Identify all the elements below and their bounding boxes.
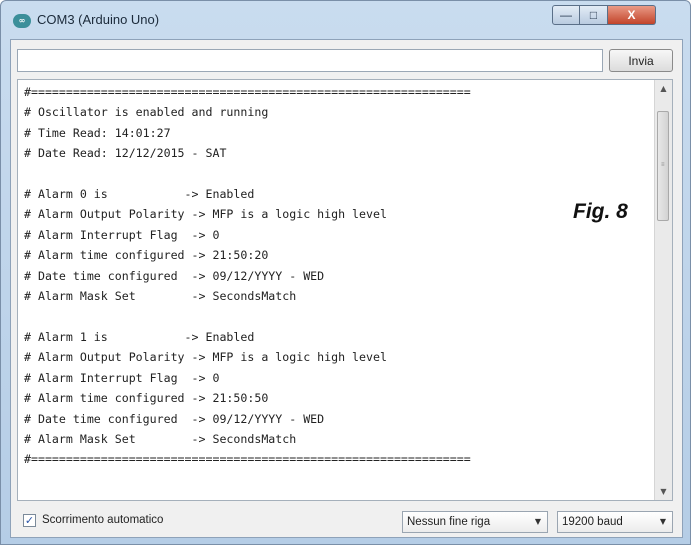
serial-output-panel[interactable]: #=======================================… xyxy=(17,79,673,501)
autoscroll-label: Scorrimento automatico xyxy=(42,514,164,526)
serial-output-text: #=======================================… xyxy=(24,85,471,467)
grip-icon: ≡ xyxy=(661,161,665,168)
vertical-scrollbar[interactable]: ▲ ≡ ▼ xyxy=(654,80,672,500)
send-button[interactable]: Invia xyxy=(609,49,673,72)
autoscroll-checkbox[interactable]: ✓ xyxy=(23,513,36,527)
scroll-down-icon[interactable]: ▼ xyxy=(655,483,672,500)
minimize-button[interactable]: — xyxy=(552,5,580,25)
chevron-down-icon: ▼ xyxy=(659,517,666,526)
client-area: Invia #=================================… xyxy=(10,39,683,538)
close-button[interactable]: X xyxy=(608,5,656,25)
window-title: COM3 (Arduino Uno) xyxy=(37,12,160,27)
baud-rate-value: 19200 baud xyxy=(562,516,623,528)
scroll-up-icon[interactable]: ▲ xyxy=(655,80,672,97)
autoscroll-option[interactable]: ✓ Scorrimento automatico xyxy=(23,512,163,528)
line-ending-select[interactable]: Nessun fine riga ▼ xyxy=(402,511,548,533)
figure-label: Fig. 8 xyxy=(573,200,628,223)
scroll-thumb[interactable]: ≡ xyxy=(657,110,669,221)
bottom-toolbar: ✓ Scorrimento automatico Nessun fine rig… xyxy=(17,506,673,534)
serial-monitor-window: ∞ COM3 (Arduino Uno) — □ X Invia #======… xyxy=(0,0,691,545)
baud-rate-select[interactable]: 19200 baud ▼ xyxy=(557,511,673,533)
arduino-icon: ∞ xyxy=(13,14,31,28)
title-bar[interactable]: ∞ COM3 (Arduino Uno) — □ X xyxy=(1,1,690,39)
line-ending-value: Nessun fine riga xyxy=(407,516,491,528)
maximize-button[interactable]: □ xyxy=(580,5,608,25)
serial-send-input[interactable] xyxy=(17,49,603,72)
chevron-down-icon: ▼ xyxy=(534,517,541,526)
